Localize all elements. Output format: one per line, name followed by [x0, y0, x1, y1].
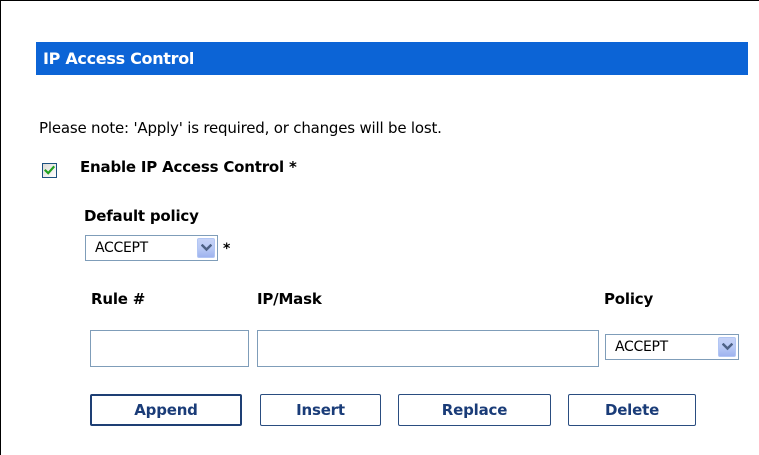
append-button[interactable]: Append: [90, 394, 242, 426]
rule-number-input[interactable]: [90, 330, 249, 367]
insert-button[interactable]: Insert: [260, 394, 381, 426]
checkmark-icon: [44, 165, 55, 175]
section-title: IP Access Control: [43, 49, 195, 68]
column-header-ip-mask: IP/Mask: [257, 290, 322, 308]
default-policy-label: Default policy: [84, 207, 199, 225]
default-policy-dropdown-button[interactable]: [197, 238, 215, 258]
column-header-policy: Policy: [604, 290, 654, 308]
default-policy-value: ACCEPT: [95, 240, 148, 256]
page-frame: IP Access Control Please note: 'Apply' i…: [0, 0, 759, 455]
section-header: IP Access Control: [36, 42, 748, 75]
rule-policy-value: ACCEPT: [615, 339, 668, 355]
enable-ip-access-control-checkbox[interactable]: [42, 163, 57, 178]
ip-mask-input[interactable]: [257, 330, 599, 367]
chevron-down-icon: [201, 244, 212, 252]
delete-button[interactable]: Delete: [568, 394, 696, 426]
default-policy-select[interactable]: ACCEPT: [85, 235, 218, 261]
enable-ip-access-control-label: Enable IP Access Control *: [80, 158, 297, 176]
rule-policy-dropdown-button[interactable]: [718, 337, 736, 357]
required-asterisk: *: [223, 241, 231, 257]
replace-button[interactable]: Replace: [398, 394, 551, 426]
rule-policy-select[interactable]: ACCEPT: [605, 334, 739, 360]
apply-note: Please note: 'Apply' is required, or cha…: [39, 119, 442, 137]
column-header-rule-number: Rule #: [91, 290, 146, 308]
chevron-down-icon: [722, 343, 733, 351]
